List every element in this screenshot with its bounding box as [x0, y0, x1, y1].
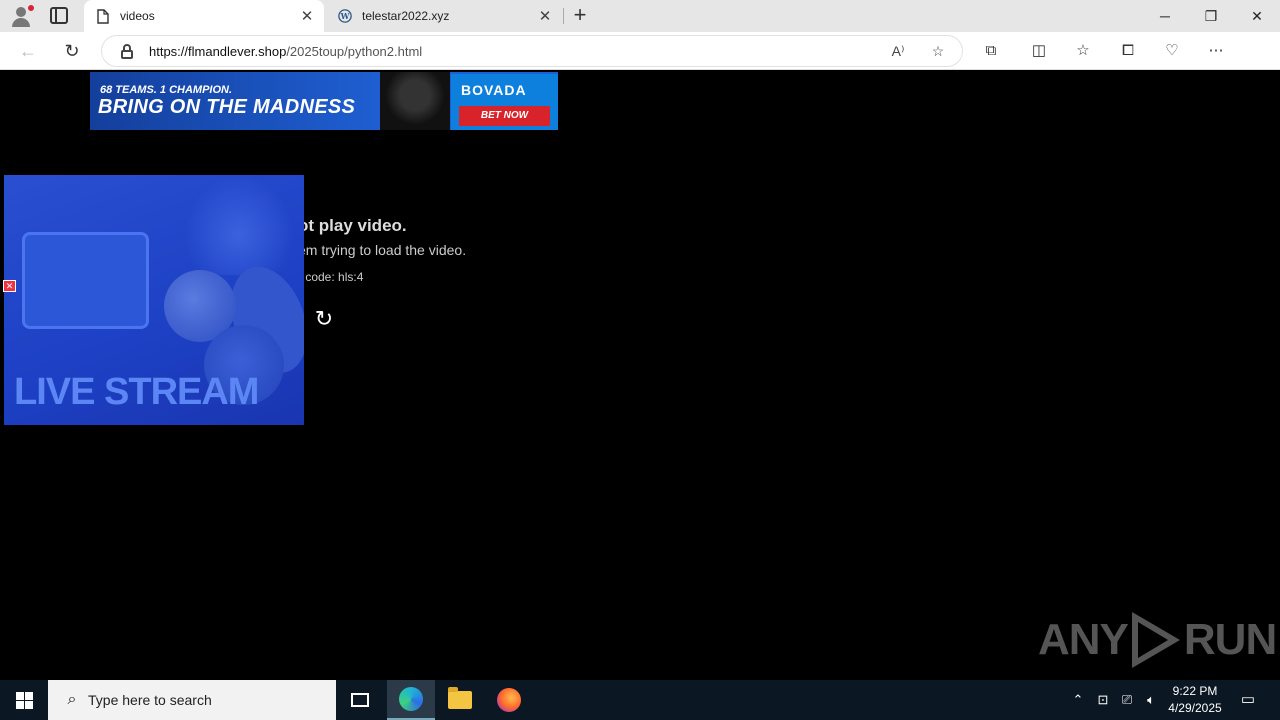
video-error: ot play video. em trying to load the vid…	[298, 216, 466, 284]
taskbar-clock[interactable]: 9:22 PM 4/29/2025	[1164, 683, 1226, 717]
close-window-icon[interactable]: ✕	[1234, 0, 1280, 32]
tab-title: videos	[120, 9, 155, 23]
folder-icon	[448, 687, 472, 709]
tab-actions-icon[interactable]	[50, 7, 68, 24]
edge-icon	[399, 687, 423, 711]
svg-text:W: W	[340, 12, 350, 21]
device-icon[interactable]: ⊡	[1093, 690, 1113, 710]
url-text[interactable]: https://flmandlever.shop/2025toup/python…	[149, 44, 422, 59]
browser-toolbar: ← ↻ https://flmandlever.shop/2025toup/py…	[0, 32, 1280, 70]
new-tab-icon[interactable]: +	[568, 4, 592, 28]
tab-separator	[563, 8, 564, 24]
tab-videos[interactable]: videos ✕	[84, 0, 324, 32]
video-error-message: em trying to load the video.	[298, 242, 467, 258]
edge-taskbar-button[interactable]	[387, 680, 435, 720]
ad-tagline: 68 TEAMS. 1 CHAMPION.	[100, 84, 233, 96]
favorites-icon[interactable]: ☆	[1072, 40, 1094, 62]
play-logo-icon	[1131, 612, 1180, 668]
tab-title: telestar2022.xyz	[362, 9, 450, 23]
taskbar-search-box[interactable]: ⌕ Type here to search	[48, 680, 336, 720]
close-tab-icon[interactable]: ✕	[296, 7, 318, 25]
search-placeholder: Type here to search	[88, 692, 212, 708]
read-aloud-icon[interactable]: A⁾	[888, 41, 908, 61]
page-icon	[96, 8, 110, 24]
lock-icon[interactable]	[121, 44, 133, 59]
browser-essentials-icon[interactable]: ♡	[1161, 40, 1183, 62]
video-error-heading: ot play video.	[298, 216, 407, 235]
notifications-icon[interactable]: ▭	[1238, 690, 1258, 710]
close-tab-icon[interactable]: ✕	[534, 7, 556, 25]
ad-brand-box: BOVADA BET NOW	[451, 74, 558, 130]
show-hidden-icons-icon[interactable]: ⌃	[1068, 690, 1088, 710]
clock-date: 4/29/2025	[1168, 701, 1222, 715]
clock-time: 9:22 PM	[1172, 684, 1218, 698]
bovada-ad-banner[interactable]: 68 TEAMS. 1 CHAMPION. BRING ON THE MADNE…	[90, 72, 558, 130]
ad-brand: BOVADA	[461, 82, 527, 98]
ad-player-image	[380, 72, 450, 130]
anyrun-watermark: ANY RUN	[1038, 610, 1277, 670]
wordpress-icon: W	[338, 8, 352, 24]
favorite-star-icon[interactable]: ☆	[928, 41, 948, 61]
extensions-icon[interactable]: ⧉	[980, 40, 1002, 62]
firefox-taskbar-button[interactable]	[485, 680, 533, 720]
windows-start-icon[interactable]	[0, 680, 48, 720]
minimize-icon[interactable]: ─	[1142, 0, 1188, 32]
task-view-icon	[351, 693, 369, 707]
bet-now-button[interactable]: BET NOW	[459, 106, 550, 126]
restore-icon[interactable]: ❐	[1188, 0, 1234, 32]
windows-taskbar: ⌕ Type here to search ⌃ ⊡ ⎚ 🔈︎ 9:22 PM 4…	[0, 680, 1280, 720]
video-error-code: r code: hls:4	[298, 270, 364, 284]
firefox-icon	[497, 688, 521, 712]
popup-close-icon[interactable]: ✕	[3, 280, 16, 292]
players-image	[184, 175, 294, 275]
tab-telestar[interactable]: W telestar2022.xyz ✕	[326, 0, 562, 32]
profile-icon[interactable]	[10, 5, 34, 27]
refresh-icon[interactable]: ↻	[60, 39, 84, 63]
reload-video-icon[interactable]: ↻	[312, 307, 336, 331]
phone-screen-image	[22, 232, 149, 329]
copilot-icon[interactable]	[1246, 40, 1270, 62]
back-icon[interactable]: ←	[16, 39, 40, 63]
split-screen-icon[interactable]: ◫	[1028, 40, 1050, 62]
collections-icon[interactable]: ⧠	[1117, 40, 1139, 62]
network-icon[interactable]: ⎚	[1117, 690, 1137, 710]
live-stream-popup-ad[interactable]: LIVE STREAM	[4, 175, 304, 425]
ad-headline: BRING ON THE MADNESS	[98, 96, 356, 118]
file-explorer-taskbar-button[interactable]	[436, 680, 484, 720]
volume-icon[interactable]: 🔈︎	[1141, 690, 1161, 710]
address-bar[interactable]: https://flmandlever.shop/2025toup/python…	[101, 35, 963, 67]
live-stream-label: LIVE STREAM	[14, 371, 259, 413]
task-view-button[interactable]	[336, 680, 384, 720]
more-options-icon[interactable]: ⋯	[1205, 40, 1227, 62]
tab-strip: videos ✕ W telestar2022.xyz ✕ + ─ ❐ ✕	[0, 0, 1280, 32]
search-icon: ⌕	[67, 691, 77, 708]
